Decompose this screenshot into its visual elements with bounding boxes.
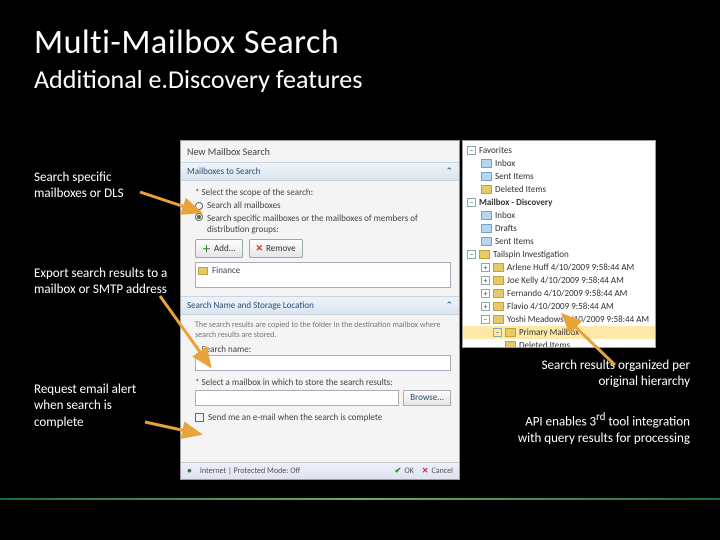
wizard-toolbar: ● Internet | Protected Mode: Off ✔OK ✕Ca… [181,462,459,479]
tree-sent[interactable]: Sent Items [463,170,655,183]
mailbox-listbox[interactable]: Finance [195,262,451,288]
cancel-button[interactable]: ✕Cancel [422,466,453,476]
tree-result-row[interactable]: +Arlene Huff 4/10/2009 9:58:44 AM [463,261,655,274]
tree-discovery-mailbox[interactable]: −Mailbox - Discovery [463,196,655,209]
callout-api-integration: API enables 3rd tool integration with qu… [515,410,690,447]
search-name-input[interactable] [195,355,451,371]
sent-icon [481,172,492,181]
section-storage-header[interactable]: Search Name and Storage Location ⌃ [181,296,459,315]
tree-deleted-items[interactable]: Deleted Items [463,339,655,348]
section-mailboxes-header[interactable]: Mailboxes to Search ⌃ [181,162,459,181]
tree-result-row[interactable]: +Fernando 4/10/2009 9:58:44 AM [463,287,655,300]
slide-subtitle: Additional e.Discovery features [0,63,720,95]
dest-mailbox-input[interactable] [195,390,399,406]
tree-inbox[interactable]: Inbox [463,209,655,222]
tree-inbox[interactable]: Inbox [463,157,655,170]
plus-icon: ＋ [202,242,211,255]
tree-investigation[interactable]: −Tailspin Investigation [463,248,655,261]
tree-sent[interactable]: Sent Items [463,235,655,248]
storage-hint: The search results are copied to the fol… [195,321,451,340]
folder-tree: −Favorites Inbox Sent Items Deleted Item… [462,140,656,348]
radio-search-all[interactable]: Search all mailboxes [195,200,451,211]
radio-search-specific[interactable]: Search specific mailboxes or the mailbox… [195,213,451,235]
tree-primary-mailbox[interactable]: −Primary Mailbox [463,326,655,339]
callout-results-hierarchy: Search results organized per original hi… [515,358,690,391]
tree-deleted[interactable]: Deleted Items [463,183,655,196]
email-alert-checkbox[interactable]: Send me an e-mail when the search is com… [195,412,451,423]
tree-drafts[interactable]: Drafts [463,222,655,235]
browse-button[interactable]: Browse... [403,390,451,406]
remove-button[interactable]: ✕Remove [249,239,303,258]
tree-result-row[interactable]: −Yoshi Meadows 4/10/2009 9:58:44 AM [463,313,655,326]
new-mailbox-search-wizard: New Mailbox Search Mailboxes to Search ⌃… [180,140,460,480]
status-text: Internet | Protected Mode: Off [200,466,300,476]
slide-title: Multi-Mailbox Search [0,0,720,63]
list-item[interactable]: Finance [198,265,448,276]
divider [0,498,720,500]
tree-favorites[interactable]: −Favorites [463,144,655,157]
trash-icon [481,185,492,194]
add-button[interactable]: ＋Add... [195,239,243,258]
callout-search-specific: Search specific mailboxes or DLS [34,170,164,203]
tree-result-row[interactable]: +Joe Kelly 4/10/2009 9:58:44 AM [463,274,655,287]
group-icon [198,267,208,275]
wizard-title: New Mailbox Search [181,141,459,162]
search-name-label: * Search name: [195,344,451,355]
callout-email-alert: Request email alert when search is compl… [34,382,154,431]
collapse-icon[interactable]: ⌃ [445,300,453,311]
tree-result-row[interactable]: +Flavio 4/10/2009 9:58:44 AM [463,300,655,313]
x-icon: ✕ [256,243,264,254]
scope-label: * Select the scope of the search: [195,187,451,198]
collapse-icon[interactable]: ⌃ [445,166,453,177]
inbox-icon [481,159,492,168]
callout-export-results: Export search results to a mailbox or SM… [34,266,184,299]
dest-mailbox-label: * Select a mailbox in which to store the… [195,377,451,388]
ok-button[interactable]: ✔OK [395,466,414,476]
